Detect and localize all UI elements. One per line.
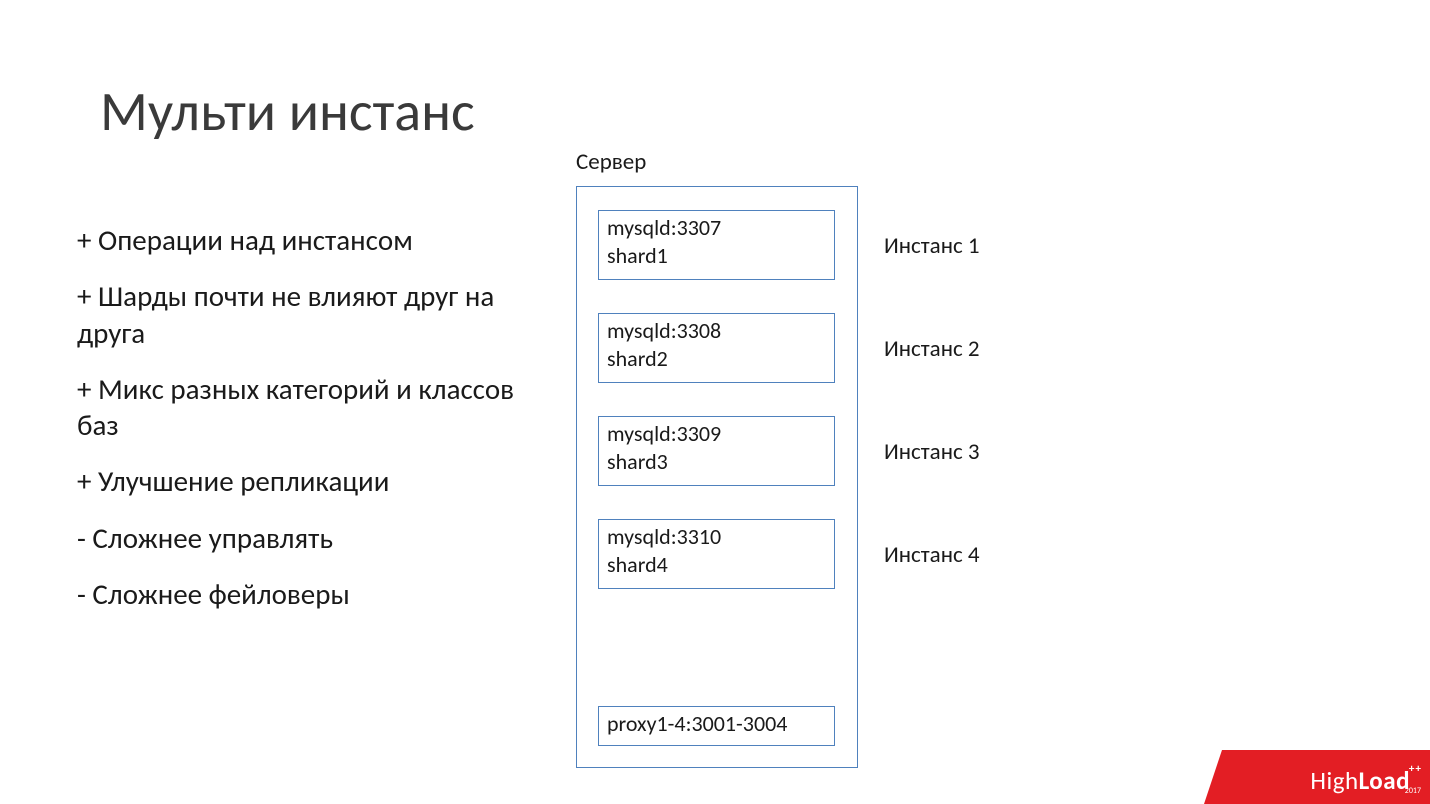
proxy-box-line1: proxy1-4:3001-3004 <box>607 710 826 738</box>
bullet-item: + Операции над инстансом <box>77 222 547 258</box>
logo-year: 2017 <box>1405 786 1421 796</box>
highload-logo: HighLoad ++ 2017 <box>1204 750 1430 804</box>
logo-text-load: Load <box>1359 765 1410 796</box>
instance-label-4: Инстанс 4 <box>884 541 980 569</box>
instance-label-1: Инстанс 1 <box>884 232 980 260</box>
bullet-item: - Сложнее фейловеры <box>77 576 547 612</box>
instance-box-2: mysqld:3308 shard2 <box>598 313 835 383</box>
bullet-list: + Операции над инстансом + Шарды почти н… <box>77 222 547 632</box>
proxy-box: proxy1-4:3001-3004 <box>598 706 835 746</box>
logo-text-high: High <box>1310 765 1358 796</box>
slide-title: Мульти инстанс <box>100 78 475 146</box>
bullet-item: + Микс разных категорий и классов баз <box>77 371 547 444</box>
bullet-item: + Улучшение репликации <box>77 463 547 499</box>
instance-box-4: mysqld:3310 shard4 <box>598 519 835 589</box>
instance-box-line1: mysqld:3309 <box>607 420 826 448</box>
instance-box-line2: shard1 <box>607 242 826 270</box>
logo-text: HighLoad <box>1310 765 1410 796</box>
instance-box-line2: shard4 <box>607 551 826 579</box>
instance-box-line2: shard3 <box>607 448 826 476</box>
instance-box-1: mysqld:3307 shard1 <box>598 210 835 280</box>
bullet-item: + Шарды почти не влияют друг на друга <box>77 278 547 351</box>
instance-box-line2: shard2 <box>607 345 826 373</box>
instance-label-2: Инстанс 2 <box>884 335 980 363</box>
logo-plus: ++ <box>1409 765 1422 774</box>
instance-label-3: Инстанс 3 <box>884 438 980 466</box>
bullet-item: - Сложнее управлять <box>77 520 547 556</box>
instance-box-line1: mysqld:3307 <box>607 214 826 242</box>
instance-box-line1: mysqld:3310 <box>607 523 826 551</box>
instance-box-line1: mysqld:3308 <box>607 317 826 345</box>
instance-box-3: mysqld:3309 shard3 <box>598 416 835 486</box>
server-label: Сервер <box>576 148 646 176</box>
